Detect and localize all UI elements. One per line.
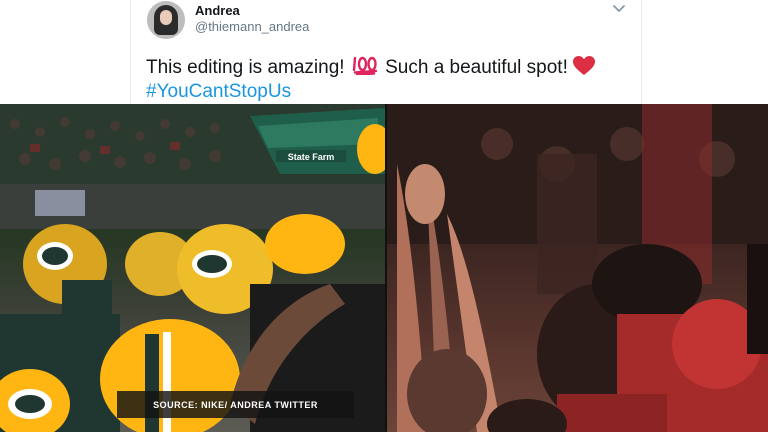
red-heart-emoji-icon bbox=[573, 56, 596, 75]
tweet-text-part-2: Such a beautiful spot! bbox=[379, 57, 574, 78]
team-hands-illustration bbox=[387, 104, 768, 432]
tweet-text: This editing is amazing! Such a beautifu… bbox=[146, 55, 596, 79]
state-farm-sign: State Farm bbox=[288, 152, 335, 162]
hundred-points-emoji-icon bbox=[352, 56, 378, 75]
media-left-football: State Farm bbox=[0, 104, 385, 432]
chevron-down-icon[interactable] bbox=[612, 4, 626, 14]
tweet-media[interactable]: State Farm bbox=[0, 104, 768, 432]
user-handle[interactable]: @thiemann_andrea bbox=[195, 19, 309, 34]
hashtag-link[interactable]: #YouCantStopUs bbox=[146, 81, 291, 103]
user-display-name[interactable]: Andrea bbox=[195, 3, 240, 18]
avatar[interactable] bbox=[147, 1, 185, 39]
source-caption: SOURCE: NIKE/ ANDREA TWITTER bbox=[117, 391, 354, 418]
media-right-basketball bbox=[387, 104, 768, 432]
football-huddle-illustration: State Farm bbox=[0, 104, 385, 432]
tweet-text-part-1: This editing is amazing! bbox=[146, 57, 350, 78]
